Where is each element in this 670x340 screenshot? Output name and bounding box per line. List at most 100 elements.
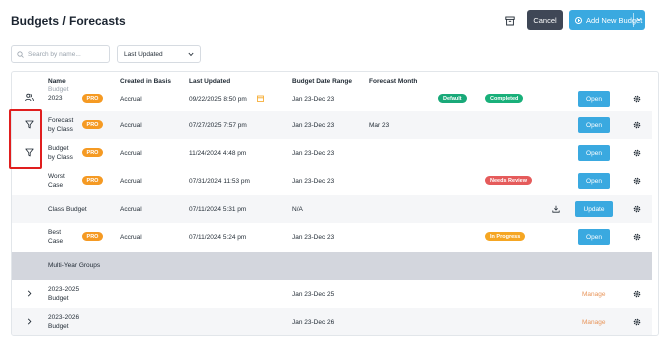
row-updated: 07/27/2025 7:57 pm	[189, 122, 247, 129]
row-range: Jan 23-Dec 23	[292, 150, 335, 157]
chevron-right-icon[interactable]	[25, 317, 34, 326]
chevron-down-icon	[188, 52, 194, 57]
row-updated: 07/31/2024 11:53 pm	[189, 178, 250, 185]
button-divider	[633, 13, 634, 27]
sort-select-value: Last Updated	[124, 50, 163, 58]
manage-link[interactable]: Manage	[582, 291, 606, 298]
row-range: Jan 23-Dec 23	[292, 96, 335, 103]
open-button[interactable]: Open	[578, 173, 610, 189]
row-range: Jan 23-Dec 23	[292, 178, 335, 185]
gear-icon[interactable]	[633, 177, 641, 185]
row-name-line2: Budget	[48, 295, 69, 302]
chevron-down-icon[interactable]	[636, 17, 642, 22]
row-name: Worst Case	[48, 172, 65, 190]
row-updated: 11/24/2024 4:48 pm	[189, 150, 247, 157]
gear-icon[interactable]	[633, 149, 641, 157]
row-name-line2: by Class	[48, 154, 73, 161]
search-icon	[17, 50, 24, 58]
gear-icon[interactable]	[633, 121, 641, 129]
chevron-right-icon[interactable]	[25, 289, 34, 298]
default-badge: Default	[438, 94, 467, 103]
row-range: Jan 23-Dec 23	[292, 234, 335, 241]
pro-badge: PRO	[82, 120, 103, 129]
highlight-box	[9, 109, 42, 169]
row-name-line1: Best	[48, 229, 62, 236]
column-header-created[interactable]: Created in Basis	[120, 78, 171, 85]
open-button[interactable]: Open	[578, 117, 610, 133]
row-name: Forecast by Class	[48, 116, 73, 134]
open-button[interactable]: Open	[578, 91, 610, 107]
group-row[interactable]: 2023-2025 Budget Jan 23-Dec 25 Manage	[12, 280, 652, 308]
pro-badge: PRO	[82, 148, 103, 157]
archive-button[interactable]	[501, 12, 519, 30]
search-field[interactable]	[11, 45, 110, 63]
row-name: Budget 2023	[48, 85, 69, 103]
row-name-line2: 2023	[48, 95, 63, 102]
pro-badge: PRO	[82, 94, 103, 103]
pro-badge: PRO	[82, 176, 103, 185]
sort-select[interactable]: Last Updated	[117, 45, 201, 63]
gear-icon[interactable]	[633, 318, 641, 326]
row-created: Accrual	[120, 206, 142, 213]
pro-badge: PRO	[82, 232, 103, 241]
group-header-label: Multi-Year Groups	[48, 262, 101, 269]
gear-icon[interactable]	[633, 290, 641, 298]
plus-circle-icon	[575, 16, 582, 24]
row-name-line1: 2023-2025	[48, 286, 80, 293]
row-created: Accrual	[120, 96, 142, 103]
gear-icon[interactable]	[633, 205, 641, 213]
cancel-button[interactable]: Cancel	[527, 10, 563, 30]
row-created: Accrual	[120, 122, 142, 129]
row-name-line1: Budget	[48, 145, 69, 152]
table-row[interactable]: Best Case PRO Accrual 07/11/2024 5:24 pm…	[12, 223, 652, 252]
row-range: N/A	[292, 206, 303, 213]
column-header-range[interactable]: Budget Date Range	[292, 78, 352, 85]
row-created: Accrual	[120, 150, 142, 157]
row-name: Class Budget	[48, 206, 87, 213]
gear-icon[interactable]	[633, 95, 641, 103]
table-row[interactable]: Forecast by Class PRO Accrual 07/27/2025…	[12, 111, 652, 139]
row-name: 2023-2025 Budget	[48, 285, 79, 303]
row-name-line2: Case	[48, 182, 64, 189]
row-range: Jan 23-Dec 26	[292, 319, 335, 326]
column-header-updated[interactable]: Last Updated	[189, 78, 230, 85]
column-header-forecast[interactable]: Forecast Month	[369, 78, 417, 85]
row-name-line2: by Class	[48, 126, 73, 133]
page: Budgets / Forecasts Cancel Add New Budge…	[0, 0, 670, 340]
gear-icon[interactable]	[633, 233, 641, 241]
table-row[interactable]: Worst Case PRO Accrual 07/31/2024 11:53 …	[12, 167, 652, 195]
row-updated: 09/22/2025 8:50 pm	[189, 96, 247, 103]
download-icon[interactable]	[552, 205, 560, 213]
row-forecast: Mar 23	[369, 122, 390, 129]
manage-link[interactable]: Manage	[582, 319, 606, 326]
open-button[interactable]: Open	[578, 229, 610, 245]
table-row[interactable]: Class Budget Accrual 07/11/2024 5:31 pm …	[12, 195, 652, 223]
status-badge: Needs Review	[485, 176, 532, 185]
row-updated: 07/11/2024 5:24 pm	[189, 234, 247, 241]
row-name-line1: Worst	[48, 173, 65, 180]
row-name: Budget by Class	[48, 144, 73, 162]
users-icon	[25, 93, 34, 102]
table-row[interactable]: Budget 2023 PRO Accrual 09/22/2025 8:50 …	[12, 85, 652, 110]
multi-year-groups-header: Multi-Year Groups	[12, 252, 652, 280]
row-name: 2023-2026 Budget	[48, 313, 79, 331]
status-badge: In Progress	[485, 232, 526, 241]
table-row[interactable]: Budget by Class PRO Accrual 11/24/2024 4…	[12, 139, 652, 167]
row-updated: 07/11/2024 5:31 pm	[189, 206, 247, 213]
add-new-budget-button[interactable]: Add New Budget	[569, 10, 645, 30]
row-name-line2: Budget	[48, 323, 69, 330]
row-name-line1: Forecast	[48, 117, 74, 124]
row-range: Jan 23-Dec 23	[292, 122, 335, 129]
row-created: Accrual	[120, 178, 142, 185]
calendar-icon	[257, 95, 264, 102]
update-button[interactable]: Update	[575, 201, 613, 217]
open-button[interactable]: Open	[578, 145, 610, 161]
search-input[interactable]	[28, 50, 108, 58]
archive-icon	[505, 16, 515, 26]
table-header: Name Created in Basis Last Updated Budge…	[12, 72, 658, 88]
column-header-name[interactable]: Name	[48, 78, 66, 85]
group-row[interactable]: 2023-2026 Budget Jan 23-Dec 26 Manage	[12, 308, 652, 335]
page-title: Budgets / Forecasts	[11, 14, 126, 28]
budgets-table: Name Created in Basis Last Updated Budge…	[11, 71, 659, 336]
row-name: Best Case	[48, 228, 63, 246]
